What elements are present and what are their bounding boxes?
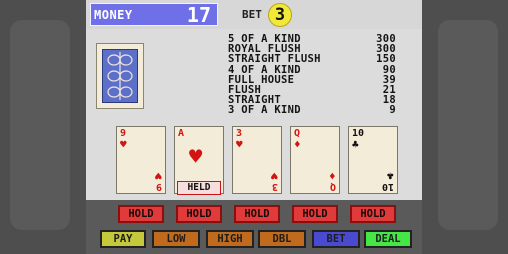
bet-label: BET: [242, 8, 262, 21]
deal-button[interactable]: DEAL: [364, 230, 412, 248]
card-rank: Q: [329, 181, 336, 192]
action-button-row: PAY LOW HIGH DBL BET DEAL: [86, 228, 422, 254]
bet-button[interactable]: BET: [312, 230, 360, 248]
heart-icon: ♥: [189, 145, 203, 170]
club-icon: ♣: [352, 138, 359, 151]
hold-button-1[interactable]: HOLD: [118, 205, 164, 223]
heart-icon: ♥: [120, 138, 127, 151]
low-button[interactable]: LOW: [152, 230, 200, 248]
high-button[interactable]: HIGH: [206, 230, 254, 248]
card-back-pattern-icon: [102, 49, 138, 103]
hold-button-3[interactable]: HOLD: [234, 205, 280, 223]
playing-card-1[interactable]: 9 ♥ ♥ 9: [116, 126, 166, 194]
card-rank: 3: [271, 181, 278, 192]
hold-button-4[interactable]: HOLD: [292, 205, 338, 223]
heart-icon: ♥: [155, 169, 162, 182]
card-rank: A: [178, 128, 185, 139]
diamond-icon: ♦: [294, 138, 301, 151]
heart-icon: ♥: [236, 138, 243, 151]
bet-coin: 3: [268, 3, 292, 27]
paytable: 5 OF A KIND 300 ROYAL FLUSH 300 STRAIGHT F…: [228, 34, 396, 116]
paytable-row: 3 OF A KIND 9: [228, 104, 396, 117]
diamond-icon: ♦: [329, 169, 336, 182]
playing-card-5[interactable]: 10 ♣ ♣ 10: [348, 126, 398, 194]
money-display: MONEY 17: [90, 3, 218, 27]
hand-name: STRAIGHT FLUSH: [228, 53, 321, 66]
hand-payout: 9: [389, 104, 396, 117]
deck-card-back: [96, 43, 144, 109]
hold-button-2[interactable]: HOLD: [176, 205, 222, 223]
card-rank: 10: [381, 181, 394, 192]
status-bar: MONEY 17 BET 3: [86, 0, 422, 29]
money-value: 17: [186, 3, 211, 27]
double-button[interactable]: DBL: [258, 230, 306, 248]
money-label: MONEY: [94, 8, 133, 22]
pay-button[interactable]: PAY: [100, 230, 146, 248]
playing-card-3[interactable]: 3 ♥ ♥ 3: [232, 126, 282, 194]
right-backdrop: [422, 0, 508, 254]
hand-payout: 150: [376, 53, 396, 66]
playing-card-2[interactable]: A ♥ HELD: [174, 126, 224, 195]
hold-button-row: HOLD HOLD HOLD HOLD HOLD: [86, 200, 422, 228]
game-screen: MONEY 17 BET 3 5 OF A KIND 300 ROYAL FLUS: [86, 0, 422, 254]
held-indicator: HELD: [177, 181, 221, 195]
playing-card-4[interactable]: Q ♦ ♦ Q: [290, 126, 340, 194]
hand-name: 3 OF A KIND: [228, 104, 301, 117]
club-icon: ♣: [387, 169, 394, 182]
card-rank: 9: [155, 181, 162, 192]
hold-button-5[interactable]: HOLD: [350, 205, 396, 223]
heart-icon: ♥: [271, 169, 278, 182]
left-backdrop: [0, 0, 86, 254]
